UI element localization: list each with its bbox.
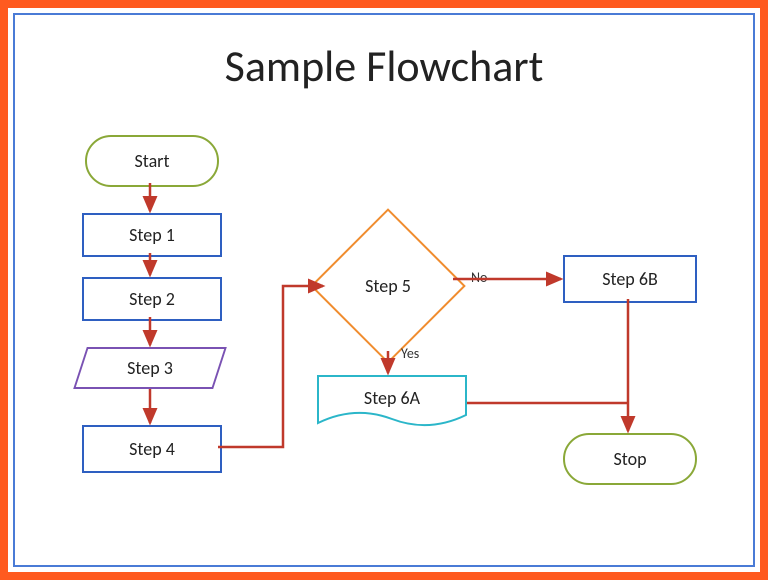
- node-step1-label: Step 1: [129, 224, 175, 246]
- node-step5: Step 5: [333, 231, 443, 341]
- node-start: Start: [85, 135, 219, 187]
- inner-frame: Sample Flowchart Start Step 1 Step 2 Ste…: [13, 13, 755, 567]
- node-stop: Stop: [563, 433, 697, 485]
- chart-title: Sample Flowchart: [15, 39, 753, 93]
- node-step4: Step 4: [82, 425, 222, 473]
- node-step6b: Step 6B: [563, 255, 697, 303]
- node-start-label: Start: [134, 150, 169, 172]
- node-stop-label: Stop: [613, 448, 646, 470]
- node-step3: Step 3: [80, 347, 220, 389]
- node-step2-label: Step 2: [129, 288, 175, 310]
- node-step2: Step 2: [82, 277, 222, 321]
- edge-label-no: No: [471, 269, 487, 286]
- node-step1: Step 1: [82, 213, 222, 257]
- node-step3-label: Step 3: [127, 357, 173, 379]
- node-step4-label: Step 4: [129, 438, 175, 460]
- node-step6a: Step 6A: [317, 375, 467, 431]
- node-step5-label: Step 5: [365, 275, 411, 297]
- node-step6b-label: Step 6B: [602, 268, 658, 290]
- outer-frame: Sample Flowchart Start Step 1 Step 2 Ste…: [0, 0, 768, 580]
- flowchart-canvas: Sample Flowchart Start Step 1 Step 2 Ste…: [15, 15, 753, 565]
- node-step6a-label: Step 6A: [317, 387, 467, 409]
- edge-label-yes: Yes: [401, 345, 419, 362]
